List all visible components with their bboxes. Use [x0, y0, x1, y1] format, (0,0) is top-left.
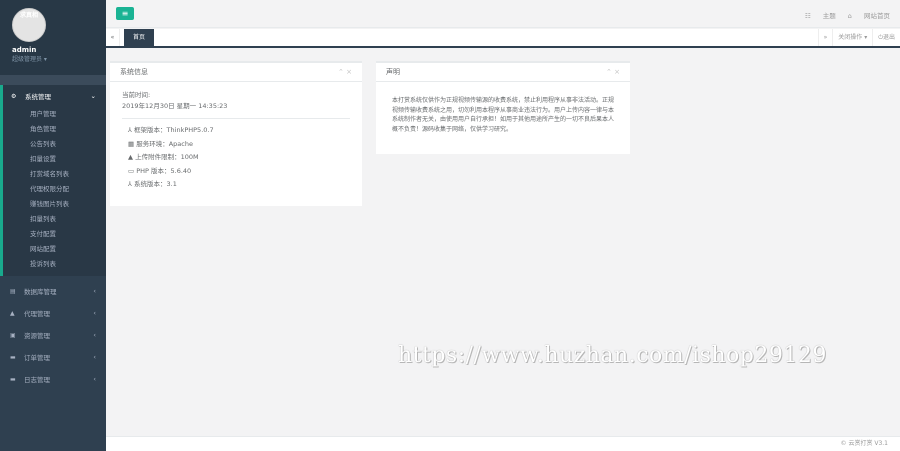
notice-panel: 声明 ⌃ × 本打赏系统仅供作为正规视频传输源的收费系统，禁止利用程序从事非法活动…: [376, 61, 630, 154]
sidebar-subitem[interactable]: 角色管理: [3, 122, 106, 137]
chevron-left-icon: ‹: [93, 287, 96, 295]
sidebar-item-orders[interactable]: ▬ 订单管理 ‹: [0, 346, 106, 368]
tab-home[interactable]: 首页: [124, 29, 155, 46]
card-icon: ▬: [10, 353, 16, 361]
sidebar-item-database[interactable]: ▤ 数据库管理 ‹: [0, 280, 106, 302]
chevron-left-icon: ‹: [93, 353, 96, 361]
sidebar-subitem[interactable]: 扣量设置: [3, 152, 106, 167]
tab-bar: « 首页 » 关闭操作 ▾ ⏻退出: [106, 29, 900, 48]
top-bar: ≡ ☷ 主题 ⌂ 网站首页: [106, 0, 900, 28]
sidebar-item-resources[interactable]: ▣ 资源管理 ‹: [0, 324, 106, 346]
gear-icon: ⚙: [11, 92, 17, 100]
sidebar-subitem[interactable]: 赚钱图片列表: [3, 197, 106, 212]
time-label: 当前时间:: [122, 91, 151, 99]
logout-button[interactable]: ⏻退出: [872, 29, 900, 46]
chevron-left-icon: ‹: [93, 331, 96, 339]
sidebar-subitem[interactable]: 网站配置: [3, 242, 106, 257]
close-icon[interactable]: ×: [346, 68, 352, 76]
files-icon: ▣: [10, 331, 16, 339]
panel-title: 声明: [386, 68, 400, 76]
sidebar-section-system: ⚙ 系统管理 ⌄ 用户管理 角色管理 公告列表 扣量设置 打赏域名列表 代理权限分配…: [0, 85, 106, 276]
system-info-panel: 系统信息 ⌃ × 当前时间: 2019年12月30日 星期一 14:35:23 ⅄…: [110, 61, 362, 206]
sidebar-subitem[interactable]: 用户管理: [3, 107, 106, 122]
chevron-left-icon: ‹: [93, 375, 96, 383]
avatar[interactable]: 求真相: [12, 8, 46, 42]
collapse-icon[interactable]: ⌃: [338, 68, 344, 76]
sidebar-subitem[interactable]: 代理权限分配: [3, 182, 106, 197]
sidebar-subitem[interactable]: 打赏域名列表: [3, 167, 106, 182]
tab-scroll-right-button[interactable]: »: [817, 29, 833, 46]
server-icon: ▦: [128, 139, 137, 148]
panel-title: 系统信息: [120, 68, 148, 76]
close-icon[interactable]: ×: [614, 68, 620, 76]
info-row: ⅄ 系统版本：3.1: [128, 180, 177, 188]
sidebar-item-agents[interactable]: ▲ 代理管理 ‹: [0, 302, 106, 324]
sidebar-item-logs[interactable]: ▬ 日志管理 ‹: [0, 368, 106, 390]
sidebar-subitem[interactable]: 扣量列表: [3, 212, 106, 227]
info-row: ▦ 服务环境：Apache: [128, 139, 193, 148]
close-ops-dropdown[interactable]: 关闭操作 ▾: [832, 29, 872, 46]
sidebar-item-system[interactable]: ⚙ 系统管理 ⌄: [3, 85, 106, 107]
notice-text: 本打赏系统仅供作为正规视频传输源的收费系统，禁止利用程序从事非法活动。正规视频传…: [392, 97, 615, 133]
card-icon: ▭: [128, 166, 137, 175]
info-row: ▲ 上传附件限制：100M: [128, 153, 199, 161]
sidebar-subitem[interactable]: 公告列表: [3, 137, 106, 152]
home-link[interactable]: ⌂ 网站首页: [848, 12, 890, 20]
database-icon: ▤: [10, 287, 16, 295]
current-time: 2019年12月30日 星期一 14:35:23: [122, 102, 228, 110]
profile: 求真相 admin 超级管理员 ▾: [0, 0, 106, 75]
sidebar-subitem[interactable]: 支付配置: [3, 227, 106, 242]
sidebar-subitem[interactable]: 投诉列表: [3, 257, 106, 272]
role-dropdown[interactable]: 超级管理员 ▾: [12, 54, 106, 63]
menu-toggle-button[interactable]: ≡: [116, 7, 134, 20]
info-row: ▭ PHP 版本：5.6.40: [128, 166, 192, 175]
theme-link[interactable]: ☷ 主题: [805, 12, 836, 20]
chevron-down-icon: ⌄: [90, 92, 96, 100]
info-row: ⅄ 框架版本：ThinkPHP5.0.7: [128, 126, 214, 134]
tab-scroll-left-button[interactable]: «: [106, 29, 120, 46]
username: admin: [12, 46, 37, 54]
collapse-icon[interactable]: ⌃: [606, 68, 612, 76]
sidebar: 求真相 admin 超级管理员 ▾ ⚙ 系统管理 ⌄ 用户管理 角色管理 公告列表 …: [0, 0, 106, 451]
chevron-left-icon: ‹: [93, 309, 96, 317]
watermark: https://www.huzhan.com/ishop29129: [398, 343, 827, 368]
footer: © 云赏打赏 V3.1: [106, 436, 900, 451]
users-icon: ▲: [10, 309, 15, 317]
log-icon: ▬: [10, 375, 16, 383]
